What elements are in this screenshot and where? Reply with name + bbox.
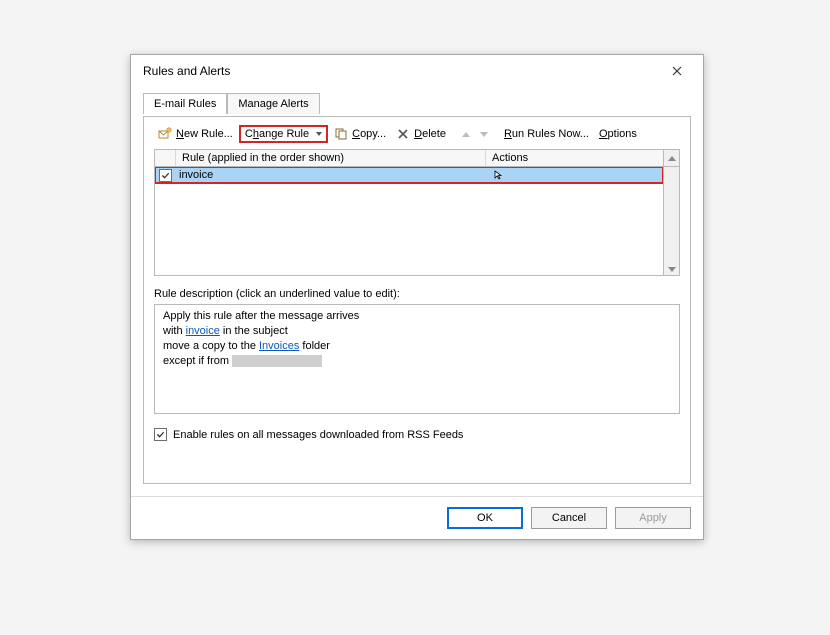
rule-enabled-checkbox[interactable]	[159, 169, 172, 182]
scroll-up-button[interactable]	[664, 149, 680, 166]
cursor-icon	[494, 170, 506, 180]
rules-grid-scrollbar[interactable]	[664, 166, 680, 276]
tab-panel: New Rule... Change Rule Copy...	[143, 116, 691, 484]
ok-button[interactable]: OK	[447, 507, 523, 529]
arrow-down-icon	[480, 132, 488, 137]
table-row[interactable]: invoice	[155, 167, 663, 183]
chevron-down-icon	[316, 132, 322, 136]
delete-icon	[396, 127, 410, 141]
new-rule-icon	[158, 127, 172, 141]
titlebar: Rules and Alerts	[131, 55, 703, 87]
move-up-button[interactable]	[458, 130, 474, 139]
rule-description-box: Apply this rule after the message arrive…	[154, 304, 680, 414]
close-button[interactable]	[659, 59, 695, 83]
rss-checkbox[interactable]	[154, 428, 167, 441]
desc-link-folder-value[interactable]: Invoices	[259, 340, 299, 352]
change-rule-button[interactable]: Change Rule	[239, 125, 328, 143]
apply-button[interactable]: Apply	[615, 507, 691, 529]
rules-grid[interactable]: invoice	[154, 166, 664, 276]
tab-manage-alerts[interactable]: Manage Alerts	[227, 93, 319, 114]
copy-button[interactable]: Copy...	[330, 125, 390, 143]
scroll-down-icon	[668, 267, 676, 272]
desc-line-4: except if from	[163, 354, 671, 369]
scroll-up-icon	[668, 156, 676, 161]
copy-icon	[334, 127, 348, 141]
desc-link-subject-value[interactable]: invoice	[186, 325, 220, 337]
rss-checkbox-label: Enable rules on all messages downloaded …	[173, 429, 463, 441]
rules-grid-header-checkbox	[155, 150, 176, 166]
rule-actions-cell	[490, 170, 663, 180]
rule-description-label: Rule description (click an underlined va…	[154, 288, 680, 300]
move-down-button[interactable]	[476, 130, 492, 139]
cancel-button[interactable]: Cancel	[531, 507, 607, 529]
new-rule-label: ew Rule...	[184, 128, 233, 140]
rules-grid-header-row: Rule (applied in the order shown) Action…	[154, 149, 680, 166]
close-icon	[672, 66, 682, 76]
options-button[interactable]: Options	[595, 126, 641, 142]
desc-line-2: with invoice in the subject	[163, 324, 671, 339]
tabs: E-mail Rules Manage Alerts	[143, 93, 691, 117]
toolbar: New Rule... Change Rule Copy...	[154, 125, 680, 143]
desc-line-3: move a copy to the Invoices folder	[163, 339, 671, 354]
desc-line-1: Apply this rule after the message arrive…	[163, 309, 671, 324]
rule-name-cell: invoice	[175, 169, 490, 181]
tab-email-rules[interactable]: E-mail Rules	[143, 93, 227, 114]
run-rules-now-button[interactable]: Run Rules Now...	[500, 126, 593, 142]
check-icon	[161, 171, 170, 180]
rules-grid-header-rule[interactable]: Rule (applied in the order shown)	[176, 150, 486, 166]
rules-grid-header-actions[interactable]: Actions	[486, 150, 663, 166]
rss-checkbox-row: Enable rules on all messages downloaded …	[154, 428, 680, 441]
dialog-footer: OK Cancel Apply	[131, 496, 703, 539]
dialog-body: E-mail Rules Manage Alerts New Rule... C…	[131, 87, 703, 496]
dialog-title: Rules and Alerts	[143, 64, 659, 78]
new-rule-button[interactable]: New Rule...	[154, 125, 237, 143]
desc-from-redacted	[232, 355, 322, 367]
rules-and-alerts-dialog: Rules and Alerts E-mail Rules Manage Ale…	[130, 54, 704, 540]
delete-button[interactable]: Delete	[392, 125, 450, 143]
arrow-up-icon	[462, 132, 470, 137]
check-icon	[156, 430, 165, 439]
